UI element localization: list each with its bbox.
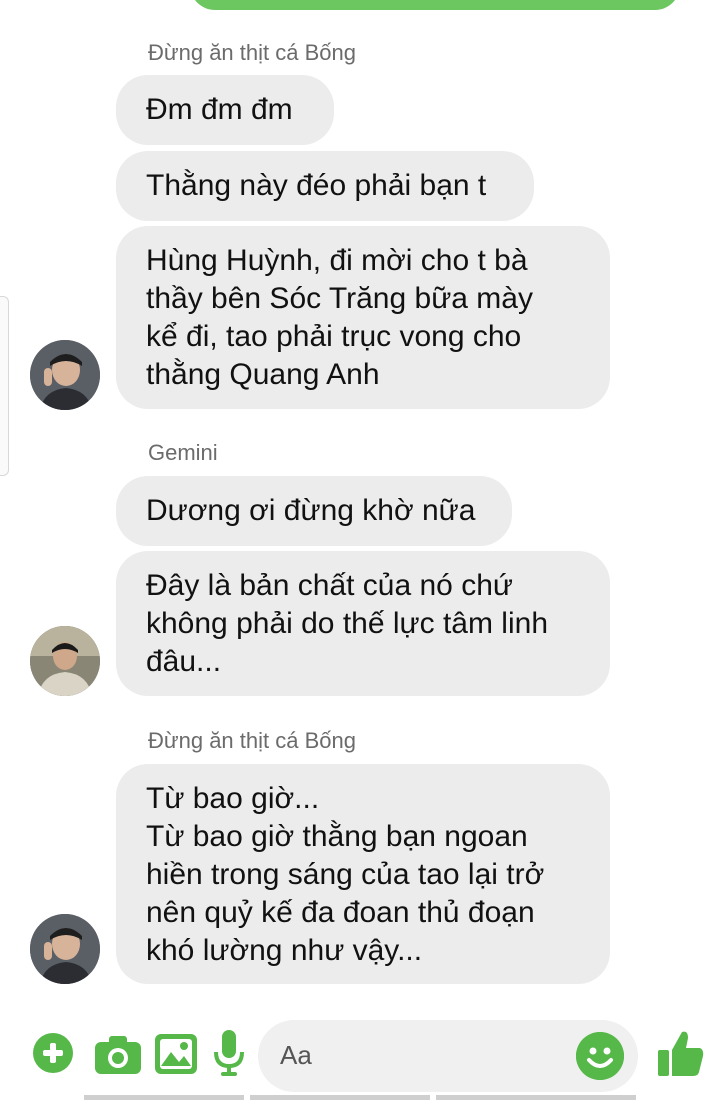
camera-icon[interactable] [95, 1036, 141, 1079]
message-input[interactable]: Aa [258, 1020, 638, 1092]
avatar[interactable] [30, 914, 100, 984]
message-bubble[interactable]: Dương ơi đừng khờ nữa [116, 476, 512, 546]
plus-icon[interactable] [32, 1032, 74, 1079]
message-bubble[interactable]: Từ bao giờ... Từ bao giờ thằng bạn ngoan… [116, 764, 610, 984]
message-bubble[interactable]: Đm đm đm [116, 75, 334, 145]
sender-name: Đừng ăn thịt cá Bống [148, 40, 356, 65]
image-icon[interactable] [155, 1034, 197, 1079]
sender-name: Đừng ăn thịt cá Bống [148, 728, 356, 753]
message-bubble[interactable]: Hùng Huỳnh, đi mời cho t bà thầy bên Sóc… [116, 226, 610, 409]
message-input-placeholder: Aa [280, 1040, 312, 1070]
bottom-divider [436, 1095, 636, 1100]
sent-message-bubble[interactable] [190, 0, 680, 10]
avatar[interactable] [30, 340, 100, 410]
emoji-icon[interactable] [576, 1032, 624, 1080]
avatar[interactable] [30, 626, 100, 696]
message-bubble[interactable]: Đây là bản chất của nó chứ không phải do… [116, 551, 610, 696]
bottom-divider [84, 1095, 244, 1100]
microphone-icon[interactable] [214, 1030, 244, 1081]
message-bubble[interactable]: Thằng này đéo phải bạn t [116, 151, 534, 221]
side-drawer-handle[interactable] [0, 296, 9, 476]
sender-name: Gemini [148, 440, 218, 465]
bottom-divider [250, 1095, 430, 1100]
thumbs-up-icon[interactable] [658, 1030, 704, 1083]
